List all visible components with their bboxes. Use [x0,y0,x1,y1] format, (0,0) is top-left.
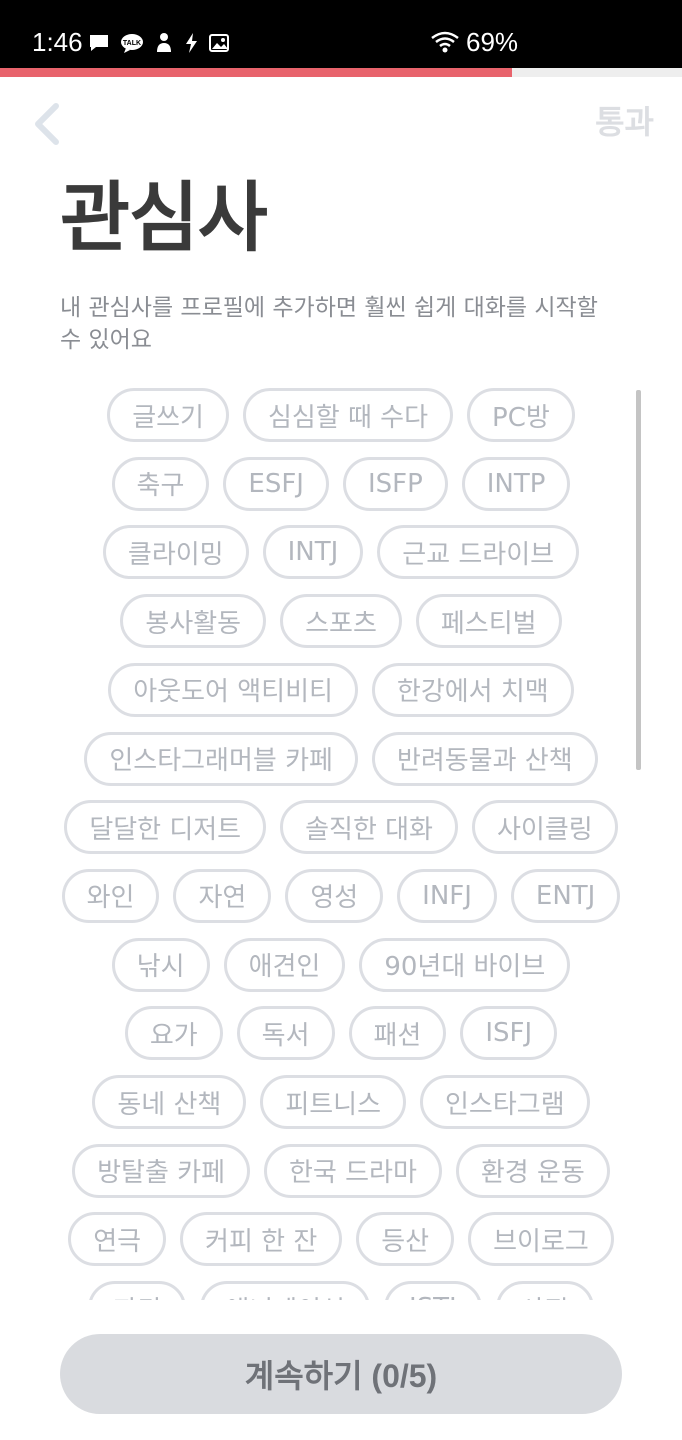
interest-chip[interactable]: INTP [461,456,571,511]
interest-chip[interactable]: 사진 [495,1281,594,1300]
interest-chip[interactable]: 페스티벌 [415,594,562,649]
interest-chip[interactable]: 근교 드라이브 [377,525,580,580]
interest-row: 동네 산책 피트니스 인스타그램 [0,1075,682,1129]
interest-chip[interactable]: 연극 [68,1212,167,1267]
interest-row: 연극 커피 한 잔 등산 브이로그 [0,1212,682,1267]
page-title: 관심사 [60,173,268,262]
interest-chip[interactable]: ISFJ [460,1006,558,1061]
interest-row: 파티 애니메이션 ISTJ 사진 [0,1281,682,1300]
interest-chip[interactable]: 환경 운동 [455,1143,610,1198]
interest-chip[interactable]: ISFP [342,456,448,511]
skip-button[interactable]: 통과 [595,100,654,144]
progress-bar [0,68,682,77]
interest-chip[interactable]: 영성 [285,868,384,923]
interest-chip[interactable]: 축구 [111,456,210,511]
interest-chip[interactable]: 요가 [124,1006,223,1061]
interest-chip[interactable]: 인스타그램 [420,1075,590,1129]
interest-chip[interactable]: 패션 [348,1006,447,1061]
interest-chip[interactable]: 방탈출 카페 [72,1143,251,1198]
interest-chip[interactable]: 파티 [88,1281,187,1300]
message-icon [88,32,110,54]
interest-chip[interactable]: 한국 드라마 [264,1143,442,1198]
status-notification-icons: TALK [88,28,230,58]
interest-row: 낚시 애견인 90년대 바이브 [0,937,682,992]
interest-row: 요가 독서 패션 ISFJ [0,1006,682,1061]
continue-button[interactable]: 계속하기 (0/5) [60,1334,622,1414]
person-icon [154,32,174,54]
interest-row: 달달한 디저트 솔직한 대화 사이클링 [0,800,682,855]
flash-icon [184,32,198,54]
svg-text:TALK: TALK [123,40,141,47]
battery-level: 69% [466,27,519,57]
image-icon [208,32,230,54]
progress-fill [0,68,512,77]
interest-row: 클라이밍 INTJ 근교 드라이브 [0,525,682,580]
wifi-icon [430,30,460,58]
scrollbar[interactable] [636,390,641,770]
interest-row: 아웃도어 액티비티 한강에서 치맥 [0,662,682,717]
interest-chip[interactable]: 달달한 디저트 [64,800,267,855]
interest-chip[interactable]: 브이로그 [468,1212,614,1267]
interest-chip[interactable]: 봉사활동 [120,594,267,649]
back-button[interactable] [30,102,66,146]
page-description: 내 관심사를 프로필에 추가하면 훨씬 쉽게 대화를 시작할 수 있어요 [60,295,598,353]
interest-chip[interactable]: 낚시 [111,937,210,992]
interest-chip[interactable]: 사이클링 [471,800,618,855]
interest-chip[interactable]: 애니메이션 [200,1281,370,1300]
status-bar: 1:46 TALK 69% [0,0,682,68]
interest-chip[interactable]: ESFJ [223,456,329,511]
interest-chip[interactable]: INTJ [262,525,364,580]
interest-chip[interactable]: 심심할 때 수다 [242,388,454,442]
interest-row: 봉사활동 스포츠 페스티벌 [0,594,682,649]
talk-icon: TALK [120,32,144,54]
interest-row: 인스타그래머블 카페 반려동물과 산책 [0,731,682,786]
interest-chip[interactable]: 동네 산책 [92,1075,247,1129]
chevron-left-icon [30,103,66,150]
status-time: 1:46 [32,27,83,57]
interest-chip[interactable]: 클라이밍 [102,525,249,580]
interest-chip[interactable]: 글쓰기 [107,388,229,442]
interest-chip[interactable]: 와인 [61,868,160,923]
interest-chip[interactable]: 피트니스 [260,1075,407,1129]
interest-chip[interactable]: 90년대 바이브 [359,937,571,992]
interest-chip[interactable]: 독서 [236,1006,335,1061]
interest-chip[interactable]: 스포츠 [280,594,402,649]
interest-chip[interactable]: 등산 [356,1212,455,1267]
interest-chip[interactable]: 애견인 [223,937,346,992]
interest-chip[interactable]: ISTJ [383,1281,482,1300]
interest-row: 글쓰기 심심할 때 수다 PC방 [0,388,682,442]
interest-chip[interactable]: PC방 [467,388,575,442]
interest-chip[interactable]: 한강에서 치맥 [371,662,574,717]
interest-chip[interactable]: INFJ [397,868,497,923]
interest-row: 와인 자연 영성 INFJ ENTJ [0,868,682,923]
interest-row: 방탈출 카페 한국 드라마 환경 운동 [0,1143,682,1198]
interest-chip[interactable]: 커피 한 잔 [180,1212,343,1267]
interest-row: 축구 ESFJ ISFP INTP [0,456,682,511]
interest-chip[interactable]: 아웃도어 액티비티 [108,662,358,717]
interest-chip[interactable]: ENTJ [510,868,621,923]
interest-chip[interactable]: 솔직한 대화 [280,800,458,855]
interest-chip[interactable]: 반려동물과 산책 [371,731,598,786]
interest-chip[interactable]: 인스타그래머블 카페 [84,731,358,786]
interest-chip-list[interactable]: 글쓰기 심심할 때 수다 PC방축구 ESFJ ISFP INTP 클라이밍 INTJ 근교 드… [0,380,682,1300]
interest-chip[interactable]: 자연 [173,868,272,923]
